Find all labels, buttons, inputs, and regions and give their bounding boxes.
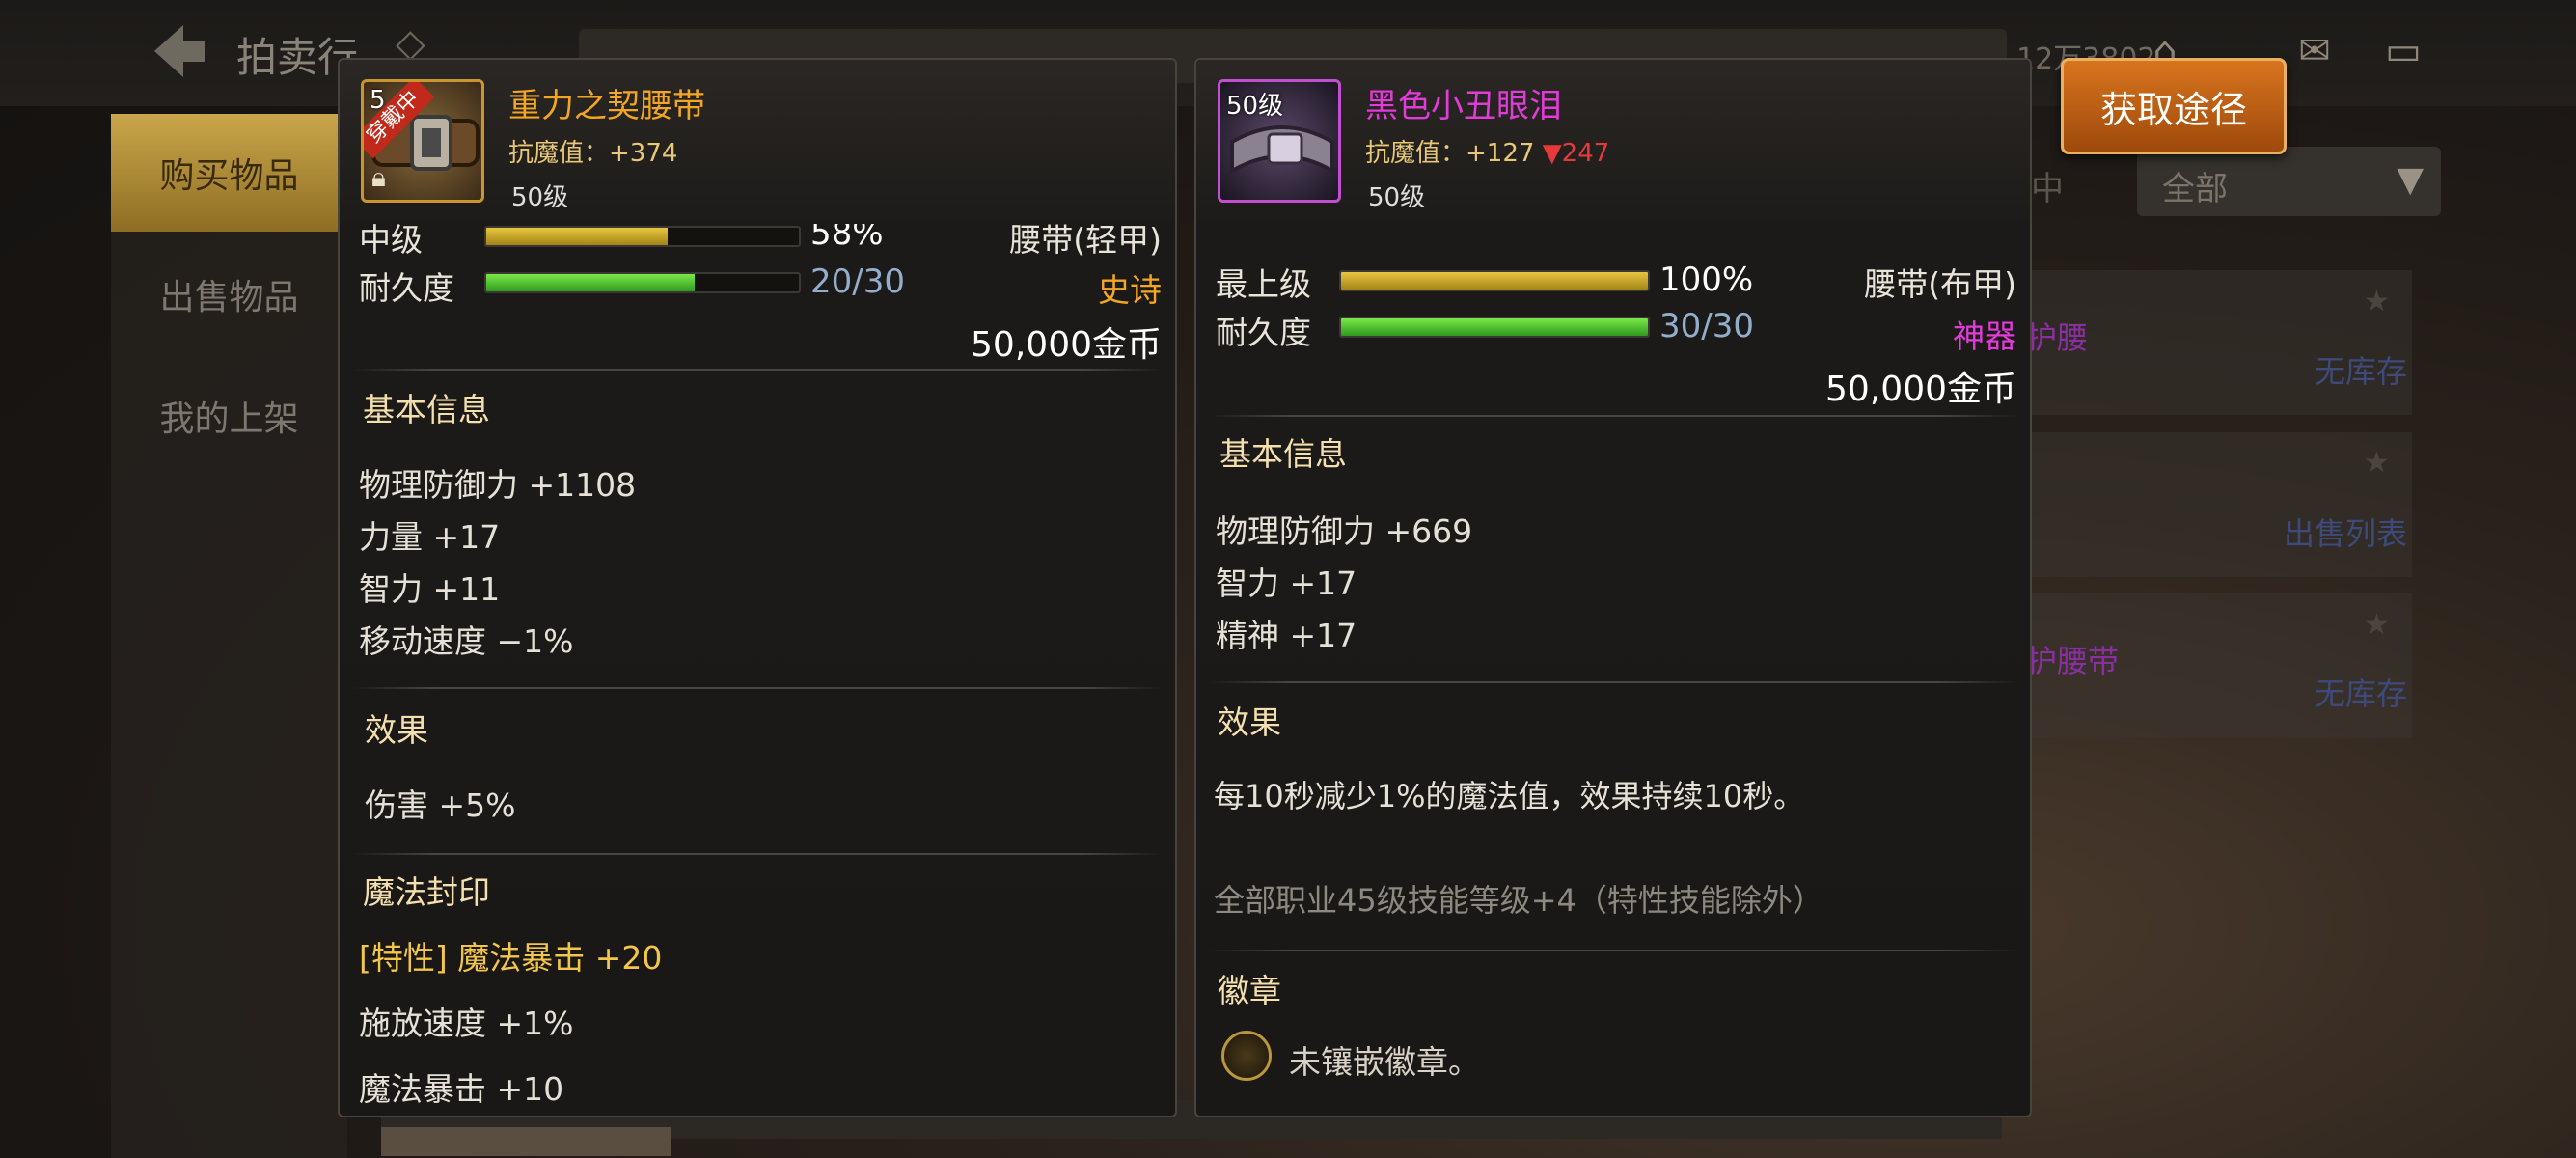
- grade-label: 最上级: [1216, 265, 1311, 303]
- filter-dropdown[interactable]: 全部 ▼: [2137, 147, 2441, 216]
- magic-seal-title: 魔法封印: [363, 873, 490, 911]
- lock-icon: 🔒︎: [371, 161, 386, 193]
- list-item-tag: 护腰带: [2026, 643, 2120, 679]
- star-icon[interactable]: ★: [2364, 285, 2390, 318]
- list-item-tag: 护腰: [2026, 319, 2089, 356]
- grade-bar-fill: [486, 228, 668, 245]
- star-icon[interactable]: ★: [2364, 608, 2390, 642]
- grade-bar: [484, 226, 801, 247]
- seal-line: [特性] 魔法暴击 +20: [359, 939, 663, 977]
- magic-resist-value: 抗魔值：+127: [1365, 139, 1543, 168]
- basic-info-title: 基本信息: [1219, 435, 1347, 473]
- seal-line: 施放速度 +1%: [359, 1005, 574, 1042]
- item-name: 重力之契腰带: [508, 87, 705, 125]
- grade-bar-fill: [1341, 272, 1648, 290]
- equipped-item-tooltip: 5 穿戴中 🔒︎ 重力之契腰带 抗魔值：+374 50级 中级 58% 腰带(轻…: [338, 58, 1177, 1117]
- durability-value: 30/30: [1659, 307, 1754, 345]
- stat-line: 精神 +17: [1216, 617, 1357, 654]
- skill-line: 全部职业45级技能等级+4（特性技能除外）: [1214, 882, 1823, 919]
- divider: [353, 687, 1164, 689]
- bottom-strip: [381, 1127, 671, 1156]
- basic-info-title: 基本信息: [363, 391, 490, 428]
- tooltip-header: 50级 黑色小丑眼泪 抗魔值：+127 ▼247 50级: [1196, 60, 2030, 224]
- icon-level: 50级: [1226, 92, 1284, 121]
- item-type: 腰带(布甲): [1864, 265, 2016, 303]
- durability-value: 20/30: [810, 262, 905, 301]
- list-item-status: 无库存: [2314, 353, 2407, 390]
- effect-title: 效果: [1218, 703, 1281, 741]
- durability-bar: [484, 272, 801, 293]
- list-item-status: 出售列表: [2283, 515, 2407, 552]
- rarity: 史诗: [1098, 271, 1162, 309]
- durability-label: 耐久度: [1216, 314, 1311, 351]
- stat-line: 移动速度 −1%: [359, 622, 574, 660]
- grade-bar: [1339, 270, 1650, 291]
- filter-label: 中: [2031, 170, 2064, 208]
- effect-title: 效果: [365, 711, 428, 749]
- durability-label: 耐久度: [359, 269, 454, 307]
- stat-line: 智力 +17: [1216, 565, 1357, 602]
- stat-line: 力量 +17: [359, 518, 501, 556]
- stat-line: 智力 +11: [359, 570, 501, 608]
- emblem-text: 未镶嵌徽章。: [1289, 1043, 1480, 1081]
- stat-line: 物理防御力 +669: [1216, 512, 1473, 550]
- magic-resist-diff: ▼247: [1542, 139, 1610, 168]
- item-name: 黑色小丑眼泪: [1365, 87, 1562, 125]
- compare-item-tooltip: 50级 黑色小丑眼泪 抗魔值：+127 ▼247 50级 最上级 100% 腰带…: [1194, 58, 2032, 1117]
- durability-bar-fill: [486, 274, 696, 291]
- dropdown-arrow-icon: ▼: [2397, 160, 2424, 200]
- required-level: 50级: [1368, 183, 1426, 212]
- divider: [353, 369, 1164, 371]
- divider: [1210, 415, 2018, 417]
- rarity: 神器: [1953, 317, 2016, 355]
- magic-resist: 抗魔值：+374: [508, 139, 678, 168]
- tab-my-listings[interactable]: 我的上架: [111, 357, 347, 475]
- emblem-slot-icon: [1221, 1031, 1272, 1081]
- chat-icon[interactable]: ▭: [2375, 29, 2431, 73]
- list-item[interactable]: [2026, 432, 2412, 577]
- belt-icon: 5 穿戴中 🔒︎: [361, 79, 484, 203]
- required-level: 50级: [511, 183, 569, 212]
- list-item-status: 无库存: [2314, 676, 2407, 712]
- effect-line: 每10秒减少1%的魔法值，效果持续10秒。: [1214, 778, 1805, 814]
- effect-line: 伤害 +5%: [365, 786, 516, 824]
- emblem-title: 徽章: [1218, 972, 1281, 1009]
- mail-icon[interactable]: ✉: [2287, 29, 2343, 73]
- magic-resist: 抗魔值：+127 ▼247: [1365, 133, 1609, 169]
- belt-icon: 50级: [1218, 79, 1341, 203]
- durability-bar-fill: [1341, 318, 1648, 336]
- price: 50,000金币: [1825, 370, 2016, 409]
- price: 50,000金币: [971, 325, 1162, 365]
- tab-sell-items[interactable]: 出售物品: [111, 235, 347, 353]
- seal-line: 魔法暴击 +10: [359, 1070, 564, 1108]
- tooltip-header: 5 穿戴中 🔒︎ 重力之契腰带 抗魔值：+374 50级: [340, 60, 1175, 224]
- divider: [353, 853, 1164, 855]
- grade-value: 100%: [1659, 261, 1754, 299]
- stat-line: 物理防御力 +1108: [359, 466, 637, 504]
- back-arrow-icon[interactable]: [145, 17, 212, 85]
- tab-buy-items[interactable]: 购买物品: [111, 114, 347, 232]
- divider: [1210, 950, 2018, 951]
- divider: [1210, 681, 2018, 683]
- filter-value: 全部: [2162, 170, 2228, 208]
- get-route-button[interactable]: 获取途径: [2061, 58, 2287, 154]
- durability-bar: [1339, 317, 1650, 338]
- star-icon[interactable]: ★: [2364, 446, 2390, 480]
